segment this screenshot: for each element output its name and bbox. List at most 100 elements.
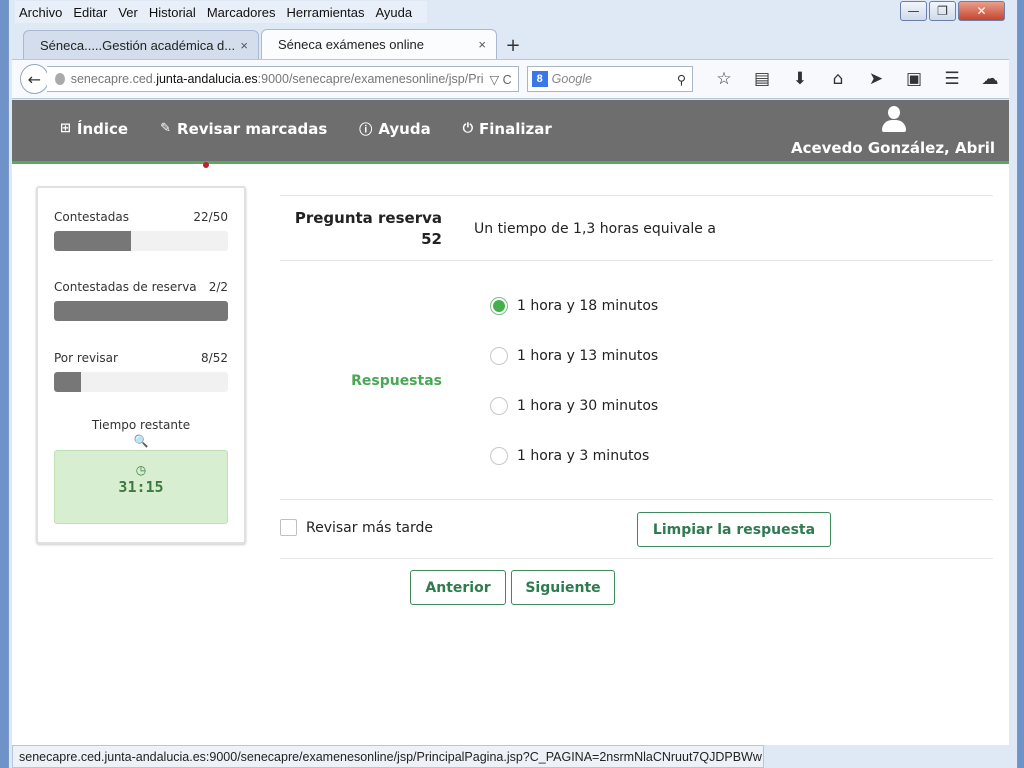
divider	[280, 195, 993, 196]
radio-button[interactable]	[490, 297, 508, 315]
stat-count: 22/50	[193, 210, 228, 224]
back-button[interactable]: ←	[20, 64, 49, 94]
progress-fill	[54, 372, 81, 392]
tab-strip: Séneca.....Gestión académica d... × Séne…	[23, 29, 527, 59]
stat-count: 2/2	[208, 280, 228, 294]
clock-icon: ◷	[135, 463, 147, 477]
search-placeholder: Google	[551, 72, 592, 86]
stat-contestadas: Contestadas 22/50	[54, 210, 228, 251]
menu-marcadores[interactable]: Marcadores	[207, 5, 276, 20]
stat-count: 8/52	[201, 351, 228, 365]
stat-contestadas-reserva: Contestadas de reserva 2/2	[54, 280, 228, 321]
back-arrow-icon: ←	[27, 69, 42, 89]
maximize-button[interactable]: ❐	[929, 1, 956, 21]
answer-option[interactable]: 1 hora y 30 minutos	[490, 397, 658, 415]
menu-archivo[interactable]: Archivo	[19, 5, 62, 20]
url-prefix: senecapre.ced.	[70, 72, 157, 86]
menu-herramientas[interactable]: Herramientas	[286, 5, 364, 20]
nav-revisar-marcadas[interactable]: ✎ Revisar marcadas	[160, 119, 327, 138]
review-later-label[interactable]: Revisar más tarde	[306, 520, 433, 536]
progress-fill	[54, 231, 131, 251]
close-window-button[interactable]: ✕	[958, 1, 1005, 21]
progress-bar	[54, 231, 228, 251]
nav-finalizar[interactable]: ⏻ Finalizar	[463, 119, 552, 138]
answer-label[interactable]: 1 hora y 18 minutos	[517, 298, 658, 314]
menu-icon[interactable]: ☰	[933, 69, 971, 89]
nav-label: Finalizar	[479, 119, 552, 138]
url-bar[interactable]: senecapre.ced. junta-andalucia.es:9000/se…	[46, 66, 519, 92]
review-later-checkbox[interactable]: Revisar más tarde	[280, 519, 433, 536]
menu-historial[interactable]: Historial	[149, 5, 196, 20]
answer-label[interactable]: 1 hora y 13 minutos	[517, 348, 658, 364]
menu-ayuda[interactable]: Ayuda	[375, 5, 412, 20]
window-controls: — ❐ ✕	[898, 1, 1005, 21]
notification-dot	[203, 162, 209, 168]
stat-por-revisar: Por revisar 8/52	[54, 351, 228, 392]
minimize-button[interactable]: —	[900, 1, 927, 21]
info-icon: ⓘ	[359, 123, 373, 138]
app-header: ⊞ Índice ✎ Revisar marcadas ⓘ Ayuda ⏻ Fi…	[12, 100, 1009, 168]
nav-label: Revisar marcadas	[177, 119, 328, 138]
new-tab-button[interactable]: +	[499, 31, 527, 59]
close-tab-icon[interactable]: ×	[240, 38, 248, 53]
user-name[interactable]: Acevedo González, Abril	[791, 139, 995, 157]
tab-label: Séneca.....Gestión académica d...	[40, 37, 235, 53]
zoom-icon[interactable]: 🔍	[38, 434, 244, 448]
home-icon[interactable]: ⌂	[819, 69, 857, 89]
navigation-bar: ← senecapre.ced. junta-andalucia.es:9000/…	[12, 59, 1009, 99]
url-controls[interactable]: ▽ C	[484, 72, 518, 87]
divider	[280, 260, 993, 261]
previous-button[interactable]: Anterior	[410, 570, 506, 605]
divider	[280, 499, 993, 500]
answer-label[interactable]: 1 hora y 30 minutos	[517, 398, 658, 414]
tiempo-restante-label: Tiempo restante	[91, 418, 191, 432]
answer-option[interactable]: 1 hora y 13 minutos	[490, 347, 658, 365]
url-domain: junta-andalucia.es	[156, 72, 258, 86]
pencil-icon: ✎	[160, 121, 172, 136]
tab-seneca-gestion[interactable]: Séneca.....Gestión académica d... ×	[23, 30, 259, 59]
reading-list-icon[interactable]: ▤	[743, 69, 781, 89]
menu-editar[interactable]: Editar	[73, 5, 107, 20]
globe-icon	[54, 73, 65, 85]
radio-button[interactable]	[490, 347, 508, 365]
stat-label: Por revisar	[54, 351, 118, 365]
menu-bar: Archivo Editar Ver Historial Marcadores …	[15, 1, 428, 23]
search-engine-icon[interactable]: 8	[531, 71, 548, 87]
radio-button[interactable]	[490, 447, 508, 465]
answer-option[interactable]: 1 hora y 3 minutos	[490, 447, 649, 465]
send-icon[interactable]: ➤	[857, 69, 895, 89]
radio-button[interactable]	[490, 397, 508, 415]
answer-option[interactable]: 1 hora y 18 minutos	[490, 297, 658, 315]
timer-value: 31:15	[118, 478, 164, 496]
progress-bar	[54, 301, 228, 321]
nav-indice[interactable]: ⊞ Índice	[60, 119, 128, 138]
search-input[interactable]: 8 Google ⚲	[526, 66, 693, 92]
cloud-icon[interactable]: ☁	[971, 69, 1009, 89]
answers-label: Respuestas	[351, 373, 442, 389]
power-icon: ⏻	[462, 121, 473, 136]
clear-answer-button[interactable]: Limpiar la respuesta	[637, 512, 831, 547]
close-tab-icon[interactable]: ×	[478, 37, 486, 52]
nav-ayuda[interactable]: ⓘ Ayuda	[359, 119, 431, 139]
nav-label: Ayuda	[378, 119, 431, 138]
next-button[interactable]: Siguiente	[511, 570, 615, 605]
stat-label: Contestadas de reserva	[54, 280, 197, 294]
url-path: :9000/senecapre/examenesonline/jsp/Pri	[257, 72, 484, 86]
answer-label[interactable]: 1 hora y 3 minutos	[517, 448, 649, 464]
stat-label: Contestadas	[54, 210, 129, 224]
status-bar: senecapre.ced.junta-andalucia.es:9000/se…	[12, 745, 764, 768]
tab-seneca-examenes[interactable]: Séneca exámenes online ×	[261, 29, 497, 59]
bookmark-star-icon[interactable]: ☆	[705, 69, 743, 89]
sitemap-icon: ⊞	[60, 121, 71, 136]
menu-ver[interactable]: Ver	[118, 5, 138, 20]
app-nav: ⊞ Índice ✎ Revisar marcadas ⓘ Ayuda ⏻ Fi…	[60, 119, 584, 139]
checkbox[interactable]	[280, 519, 297, 536]
download-icon[interactable]: ⬇	[781, 69, 819, 89]
screenshot-icon[interactable]: ▣	[895, 69, 933, 89]
user-avatar-icon[interactable]	[881, 106, 907, 134]
progress-fill	[54, 301, 228, 321]
progress-bar	[54, 372, 228, 392]
question-number: 52	[421, 230, 442, 248]
search-icon[interactable]: ⚲	[677, 72, 686, 87]
nav-label: Índice	[76, 119, 129, 138]
